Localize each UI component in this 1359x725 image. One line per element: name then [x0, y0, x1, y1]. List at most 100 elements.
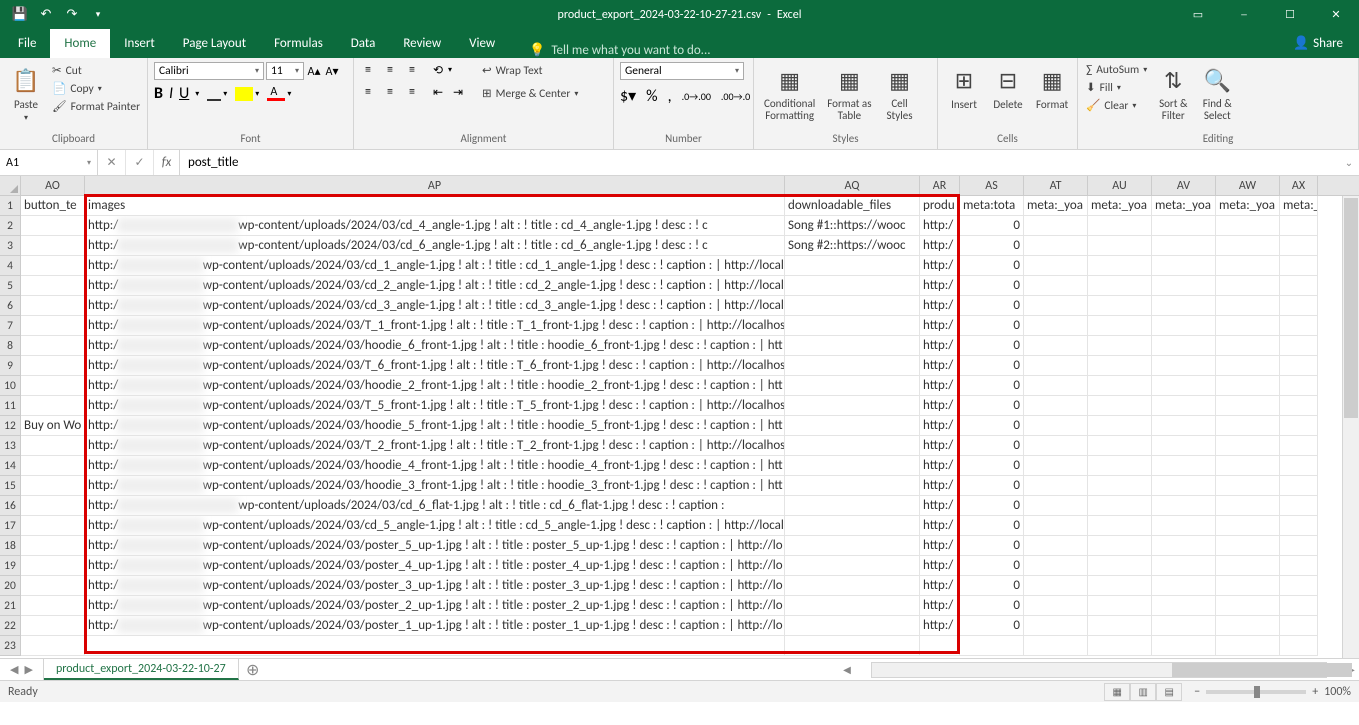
cell[interactable]: [1024, 356, 1088, 376]
cell[interactable]: [21, 216, 85, 236]
undo-button[interactable]: ↶: [34, 3, 58, 27]
cell[interactable]: [785, 576, 920, 596]
cell[interactable]: [1088, 456, 1152, 476]
row-header[interactable]: 9: [0, 356, 21, 376]
cell[interactable]: [1280, 436, 1318, 456]
decrease-decimal-button[interactable]: .00→.0: [721, 90, 750, 103]
cell[interactable]: [785, 556, 920, 576]
tab-insert[interactable]: Insert: [110, 29, 169, 58]
cell[interactable]: [1088, 356, 1152, 376]
cell[interactable]: [1280, 296, 1318, 316]
cell[interactable]: [785, 616, 920, 636]
cell[interactable]: [85, 636, 785, 656]
cell[interactable]: [1024, 456, 1088, 476]
cell[interactable]: http:/: [920, 536, 960, 556]
cell[interactable]: [1280, 376, 1318, 396]
row-header[interactable]: 4: [0, 256, 21, 276]
cell[interactable]: [1216, 536, 1280, 556]
cell[interactable]: http:/xxxxxxxxxxxxxxxwp-content/uploads/…: [85, 476, 785, 496]
cell[interactable]: [785, 596, 920, 616]
maximize-button[interactable]: ☐: [1267, 0, 1313, 29]
cell[interactable]: [1024, 376, 1088, 396]
cell[interactable]: [1088, 336, 1152, 356]
cell[interactable]: [785, 636, 920, 656]
cell[interactable]: [1216, 476, 1280, 496]
cell[interactable]: [1280, 616, 1318, 636]
cell[interactable]: [785, 516, 920, 536]
cell[interactable]: [21, 336, 85, 356]
cell[interactable]: [785, 436, 920, 456]
cell[interactable]: [1024, 316, 1088, 336]
cell[interactable]: 0: [960, 496, 1024, 516]
zoom-out-button[interactable]: −: [1194, 685, 1200, 699]
cell[interactable]: [1152, 236, 1216, 256]
cell[interactable]: [21, 356, 85, 376]
row-header[interactable]: 16: [0, 496, 21, 516]
orientation-button[interactable]: ⟲: [430, 62, 446, 78]
cell[interactable]: [1216, 316, 1280, 336]
cell[interactable]: [21, 636, 85, 656]
cell[interactable]: [1088, 476, 1152, 496]
cell[interactable]: http:/xxxxxxxxxxxxxxxwp-content/uploads/…: [85, 296, 785, 316]
cell[interactable]: [1024, 436, 1088, 456]
cell[interactable]: http:/xxxxxxxxxxxxxxxwp-content/uploads/…: [85, 516, 785, 536]
conditional-formatting-button[interactable]: ▦Conditional Formatting: [760, 62, 819, 124]
cell-styles-button[interactable]: ▦Cell Styles: [880, 62, 920, 124]
cell[interactable]: [1024, 616, 1088, 636]
column-header-AR[interactable]: AR: [920, 176, 960, 195]
cell[interactable]: [1280, 516, 1318, 536]
cell[interactable]: [1024, 496, 1088, 516]
cell[interactable]: [1152, 276, 1216, 296]
vertical-scrollbar[interactable]: [1342, 196, 1359, 658]
cell[interactable]: [1280, 456, 1318, 476]
cell[interactable]: meta:_yoa: [1152, 196, 1216, 216]
cell[interactable]: [1088, 316, 1152, 336]
redo-button[interactable]: ↷: [60, 3, 84, 27]
cell[interactable]: 0: [960, 216, 1024, 236]
cut-button[interactable]: ✂Cut: [50, 62, 142, 79]
cell[interactable]: Song #1::https://wooc: [785, 216, 920, 236]
cell[interactable]: [785, 276, 920, 296]
row-header[interactable]: 7: [0, 316, 21, 336]
increase-indent-button[interactable]: ⇥: [450, 84, 466, 100]
cell[interactable]: http:/xxxxxxxxxxxxxxxwp-content/uploads/…: [85, 256, 785, 276]
cell[interactable]: [1088, 256, 1152, 276]
row-header[interactable]: 2: [0, 216, 21, 236]
format-as-table-button[interactable]: ▦Format as Table: [823, 62, 875, 124]
cell[interactable]: 0: [960, 276, 1024, 296]
row-header[interactable]: 6: [0, 296, 21, 316]
row-header[interactable]: 8: [0, 336, 21, 356]
percent-format-button[interactable]: %: [646, 87, 657, 106]
cell[interactable]: [1088, 436, 1152, 456]
expand-formula-bar[interactable]: ⌄: [1339, 150, 1359, 175]
row-header[interactable]: 19: [0, 556, 21, 576]
cell[interactable]: [1152, 216, 1216, 236]
cell[interactable]: [21, 576, 85, 596]
tab-formulas[interactable]: Formulas: [260, 29, 337, 58]
cell[interactable]: http:/: [920, 396, 960, 416]
cell[interactable]: [1280, 596, 1318, 616]
cell[interactable]: [1088, 296, 1152, 316]
cell[interactable]: [1088, 276, 1152, 296]
row-header[interactable]: 3: [0, 236, 21, 256]
cell[interactable]: [1216, 596, 1280, 616]
align-middle-button[interactable]: ≡: [382, 62, 398, 78]
cell[interactable]: 0: [960, 316, 1024, 336]
cell[interactable]: http:/xxxxxxxxxxxxxxxwp-content/uploads/…: [85, 316, 785, 336]
cell[interactable]: [1088, 396, 1152, 416]
row-header[interactable]: 17: [0, 516, 21, 536]
italic-button[interactable]: I: [169, 84, 173, 103]
column-header-AV[interactable]: AV: [1152, 176, 1216, 195]
cell[interactable]: 0: [960, 376, 1024, 396]
format-cells-button[interactable]: ▦Format: [1032, 62, 1072, 113]
cell[interactable]: http:/xxxxxxxxxxxxxxxwp-content/uploads/…: [85, 616, 785, 636]
cell[interactable]: [1152, 356, 1216, 376]
cell[interactable]: 0: [960, 296, 1024, 316]
increase-font-button[interactable]: A▴: [306, 63, 322, 79]
align-center-button[interactable]: ≡: [382, 84, 398, 100]
cell[interactable]: http:/: [920, 416, 960, 436]
align-bottom-button[interactable]: ≡: [404, 62, 420, 78]
close-button[interactable]: ✕: [1313, 0, 1359, 29]
cell[interactable]: [785, 316, 920, 336]
increase-decimal-button[interactable]: .0→.00: [682, 90, 711, 103]
